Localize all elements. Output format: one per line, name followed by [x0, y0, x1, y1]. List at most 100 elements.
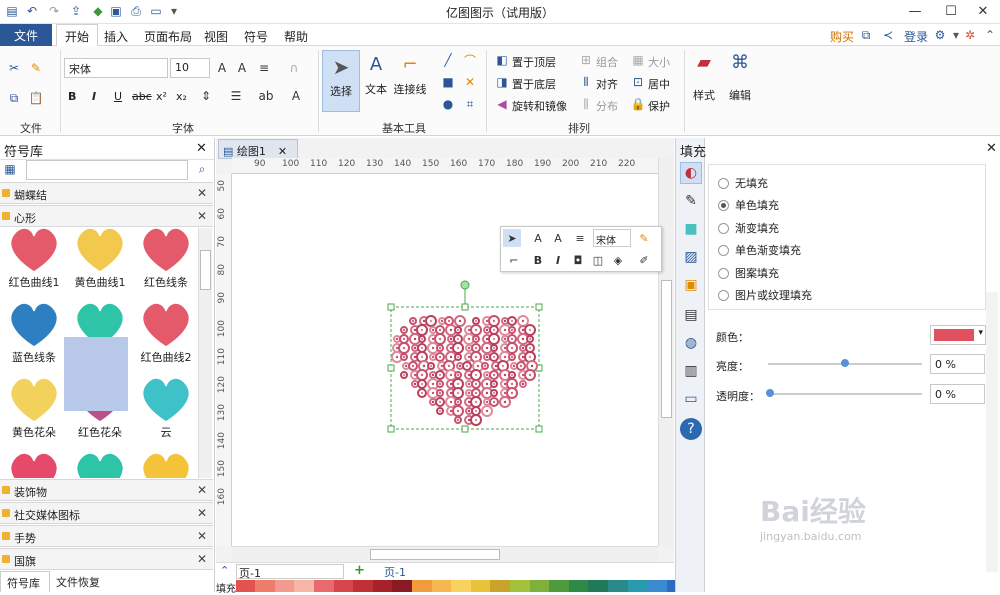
undo-icon[interactable]: ↶ [24, 3, 40, 19]
transparency-knob[interactable] [766, 389, 774, 397]
globe-icon[interactable]: ◍ [680, 332, 702, 354]
send-back-button[interactable]: 置于底层 [512, 76, 556, 92]
file-menu[interactable]: 文件 [0, 24, 52, 46]
radio-pattern-fill[interactable]: 图案填充 [718, 265, 779, 281]
help-icon[interactable]: ? [680, 418, 702, 440]
palette-color[interactable] [490, 580, 511, 592]
distribute-button[interactable]: 分布 [596, 98, 618, 114]
underline-button[interactable]: U [114, 90, 122, 103]
font-select[interactable]: 宋体 [593, 229, 631, 247]
share-icon[interactable]: ≺ [880, 27, 896, 43]
palette-color[interactable] [372, 580, 393, 592]
crop-icon[interactable]: ⌗ [462, 96, 478, 112]
maximize-button[interactable]: ☐ [934, 0, 968, 22]
radio-solid-gradient-fill[interactable]: 单色渐变填充 [718, 242, 801, 258]
palette-color[interactable] [627, 580, 648, 592]
red-flower-heart[interactable] [391, 315, 538, 426]
rectangle-icon[interactable]: ■ [440, 74, 456, 90]
add-page-icon[interactable]: + [354, 563, 365, 578]
font-color-icon[interactable]: A [288, 88, 304, 104]
fill-icon[interactable]: ◐ [680, 162, 702, 184]
rotate-handle[interactable] [460, 280, 470, 290]
chevron-up-icon[interactable]: ⌃ [220, 564, 229, 577]
palette-color[interactable] [647, 580, 668, 592]
curve-icon[interactable]: ∩ [286, 60, 302, 76]
shadow-icon[interactable]: ■ [680, 218, 702, 240]
cut-icon[interactable]: ✂ [6, 60, 22, 76]
palette-color[interactable] [549, 580, 570, 592]
style-button[interactable]: ▰ 样式 [688, 52, 720, 122]
palette-color[interactable] [294, 580, 315, 592]
back-icon[interactable]: ◫ [589, 251, 607, 269]
palette-color[interactable] [588, 580, 609, 592]
palette-color[interactable] [333, 580, 354, 592]
transparency-input[interactable]: 0 % [930, 384, 985, 404]
tab-home[interactable]: 开始 [56, 24, 99, 47]
radio-gradient-fill[interactable]: 渐变填充 [718, 220, 779, 236]
page-tab[interactable]: 页-1 [384, 564, 406, 580]
palette-color[interactable] [235, 580, 256, 592]
shape-item[interactable]: 红色曲线2 [136, 297, 196, 367]
tab-symbols[interactable]: 符号 [244, 28, 268, 45]
horizontal-scrollbar[interactable] [232, 546, 658, 562]
line-icon[interactable]: ╱ [440, 52, 456, 68]
connector-style-icon[interactable]: ⌐ [505, 251, 523, 269]
buy-link[interactable]: 购买 [830, 28, 854, 45]
new-icon[interactable]: ◆ [90, 3, 106, 19]
brightness-knob[interactable] [841, 359, 849, 367]
vscroll-thumb[interactable] [661, 280, 672, 418]
resize-handle[interactable] [387, 425, 395, 433]
text-tool-button[interactable]: A 文本 [362, 50, 390, 112]
palette-color[interactable] [451, 580, 472, 592]
color-picker[interactable]: ▾ [930, 325, 986, 345]
document-tab[interactable]: ▤ 绘图1 ✕ [218, 139, 298, 159]
arc-icon[interactable]: ⌒ [462, 52, 478, 68]
comment-icon[interactable]: ▭ [680, 388, 702, 410]
save-icon[interactable]: ▣ [108, 3, 124, 19]
redo-icon[interactable]: ↷ [46, 3, 62, 19]
panel-scrollbar[interactable] [986, 292, 998, 572]
resize-handle[interactable] [535, 425, 543, 433]
settings-icon[interactable]: ⚙ [932, 27, 948, 43]
symbol-search-input[interactable] [26, 160, 188, 180]
resize-handle[interactable] [535, 303, 543, 311]
protect-button[interactable]: 保护 [648, 98, 670, 114]
close-button[interactable]: ✕ [966, 0, 1000, 22]
close-icon[interactable]: ✕ [278, 145, 287, 158]
image-icon[interactable]: ▨ [680, 246, 702, 268]
shape-item[interactable]: 云 [136, 372, 196, 442]
library-menu-icon[interactable]: ▦ [2, 161, 18, 177]
grow-font-icon[interactable]: A [529, 229, 547, 247]
resize-handle[interactable] [387, 303, 395, 311]
grow-font-icon[interactable]: A [214, 60, 230, 76]
resize-handle[interactable] [387, 364, 395, 372]
align-icon[interactable]: ≡ [571, 229, 589, 247]
ribbon-collapse-icon[interactable]: ⌃ [982, 27, 998, 43]
superscript-button[interactable]: x² [156, 90, 167, 103]
format-painter-icon[interactable]: ✎ [635, 229, 653, 247]
group-button[interactable]: 组合 [596, 54, 618, 70]
shape-item[interactable]: 黄色曲线2 [136, 447, 196, 478]
ellipse-icon[interactable]: ● [440, 96, 456, 112]
italic-button[interactable]: I [92, 90, 96, 103]
palette-color[interactable] [510, 580, 531, 592]
shape-item[interactable]: 红色曲线3 [4, 447, 64, 478]
resize-handle[interactable] [461, 425, 469, 433]
bullets-icon[interactable]: ☰ [228, 88, 244, 104]
tab-help[interactable]: 帮助 [284, 28, 308, 45]
close-icon[interactable]: ✕ [197, 529, 207, 543]
strikethrough-button[interactable]: abc [132, 90, 152, 103]
palette-color[interactable] [529, 580, 550, 592]
tab-file-recovery[interactable]: 文件恢复 [56, 574, 100, 590]
tab-page-layout[interactable]: 页面布局 [144, 28, 192, 45]
paste-icon[interactable]: 📋 [28, 90, 44, 106]
align-button[interactable]: 对齐 [596, 76, 618, 92]
close-icon[interactable]: ✕ [197, 552, 207, 566]
bring-front-button[interactable]: 置于顶层 [512, 54, 556, 70]
search-icon[interactable]: ⌕ [194, 161, 210, 177]
customize-icon[interactable]: ▾ [166, 3, 182, 19]
italic-button[interactable]: I [549, 251, 567, 269]
format-painter-icon[interactable]: ✎ [28, 60, 44, 76]
palette-color[interactable] [470, 580, 491, 592]
rotate-mirror-button[interactable]: 旋转和镜像 [512, 98, 567, 114]
